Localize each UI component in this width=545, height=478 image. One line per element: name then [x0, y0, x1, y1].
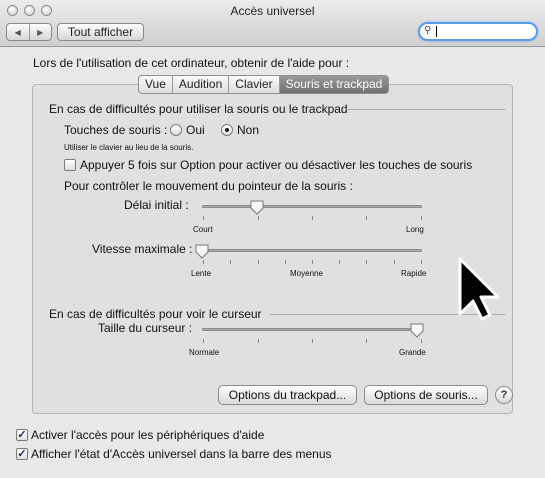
slider-tick [421, 260, 422, 264]
slider-tick [366, 339, 367, 343]
slider-tick [203, 216, 204, 220]
option-key-checkbox-label: Appuyer 5 fois sur Option pour activer o… [80, 158, 473, 172]
slider-tick [203, 260, 204, 264]
initial-delay-thumb[interactable] [250, 200, 264, 215]
slider-tick [339, 260, 340, 264]
initial-delay-label: Délai initial : [124, 198, 189, 212]
window-titlebar: Accès universel ◀ ▶ Tout afficher ⚲ [0, 0, 545, 47]
slider-tick [258, 260, 259, 264]
cursor-size-thumb[interactable] [410, 323, 424, 338]
initial-delay-max-label: Long [406, 225, 424, 234]
max-speed-thumb[interactable] [195, 244, 209, 259]
back-arrow-icon[interactable]: ◀ [7, 24, 29, 40]
pointer-control-heading: Pour contrôler le mouvement du pointeur … [64, 179, 353, 193]
mouse-keys-hint: Utiliser le clavier au lieu de la souris… [64, 143, 194, 152]
mouse-pointer-icon [458, 257, 500, 321]
slider-tick [394, 260, 395, 264]
slider-tick [203, 339, 204, 343]
slider-tick [421, 216, 422, 220]
slider-tick [366, 260, 367, 264]
slider-tick [312, 339, 313, 343]
menu-bar-status-checkbox[interactable]: ✓ [16, 448, 28, 460]
intro-text: Lors de l'utilisation de cet ordinateur,… [33, 56, 350, 70]
navigation-buttons: ◀ ▶ [6, 23, 52, 41]
forward-arrow-icon[interactable]: ▶ [28, 24, 52, 40]
search-input[interactable]: ⚲ [418, 22, 538, 41]
trackpad-options-button[interactable]: Options du trackpad... [218, 385, 357, 405]
slider-tick [366, 216, 367, 220]
slider-tick [258, 216, 259, 220]
max-speed-mid-label: Moyenne [290, 269, 323, 278]
slider-tick [312, 216, 313, 220]
mouse-options-button[interactable]: Options de souris... [364, 385, 488, 405]
cursor-size-label: Taille du curseur : [98, 321, 193, 335]
magnifier-icon: ⚲ [424, 25, 432, 36]
slider-tick [230, 260, 231, 264]
max-speed-max-label: Rapide [401, 269, 427, 278]
slider-tick [421, 339, 422, 343]
help-button[interactable]: ? [495, 386, 513, 404]
tab-audition[interactable]: Audition [171, 76, 228, 93]
slider-tick [258, 339, 259, 343]
section-divider [345, 109, 505, 110]
option-key-checkbox[interactable] [64, 159, 76, 171]
tab-bar: Vue Audition Clavier Souris et trackpad [138, 75, 390, 94]
cursor-size-min-label: Normale [189, 348, 220, 357]
initial-delay-track[interactable] [202, 205, 422, 208]
mouse-keys-non-label: Non [237, 123, 260, 137]
mouse-keys-label: Touches de souris : [64, 123, 168, 137]
mouse-keys-oui-radio[interactable] [170, 124, 182, 136]
tab-vue[interactable]: Vue [139, 76, 172, 93]
initial-delay-min-label: Court [193, 225, 213, 234]
text-caret [436, 26, 437, 37]
max-speed-track[interactable] [202, 249, 422, 252]
show-all-button[interactable]: Tout afficher [57, 23, 144, 41]
tab-souris-trackpad[interactable]: Souris et trackpad [278, 76, 389, 93]
assistive-devices-label: Activer l'accès pour les périphériques d… [31, 428, 265, 442]
window-title: Accès universel [230, 4, 315, 18]
mouse-keys-oui-label: Oui [186, 123, 205, 137]
cursor-section-heading: En cas de difficultés pour voir le curse… [49, 307, 262, 321]
cursor-size-max-label: Grande [399, 348, 426, 357]
cursor-size-track[interactable] [202, 328, 422, 331]
tab-clavier[interactable]: Clavier [228, 76, 278, 93]
max-speed-min-label: Lente [191, 269, 212, 278]
mouse-keys-non-radio[interactable] [221, 124, 233, 136]
menu-bar-status-label: Afficher l'état d'Accès universel dans l… [31, 447, 332, 461]
slider-tick [285, 260, 286, 264]
slider-tick [312, 260, 313, 264]
assistive-devices-checkbox[interactable]: ✓ [16, 429, 28, 441]
max-speed-label: Vitesse maximale : [92, 242, 193, 256]
mouse-section-heading: En cas de difficultés pour utiliser la s… [49, 102, 348, 116]
